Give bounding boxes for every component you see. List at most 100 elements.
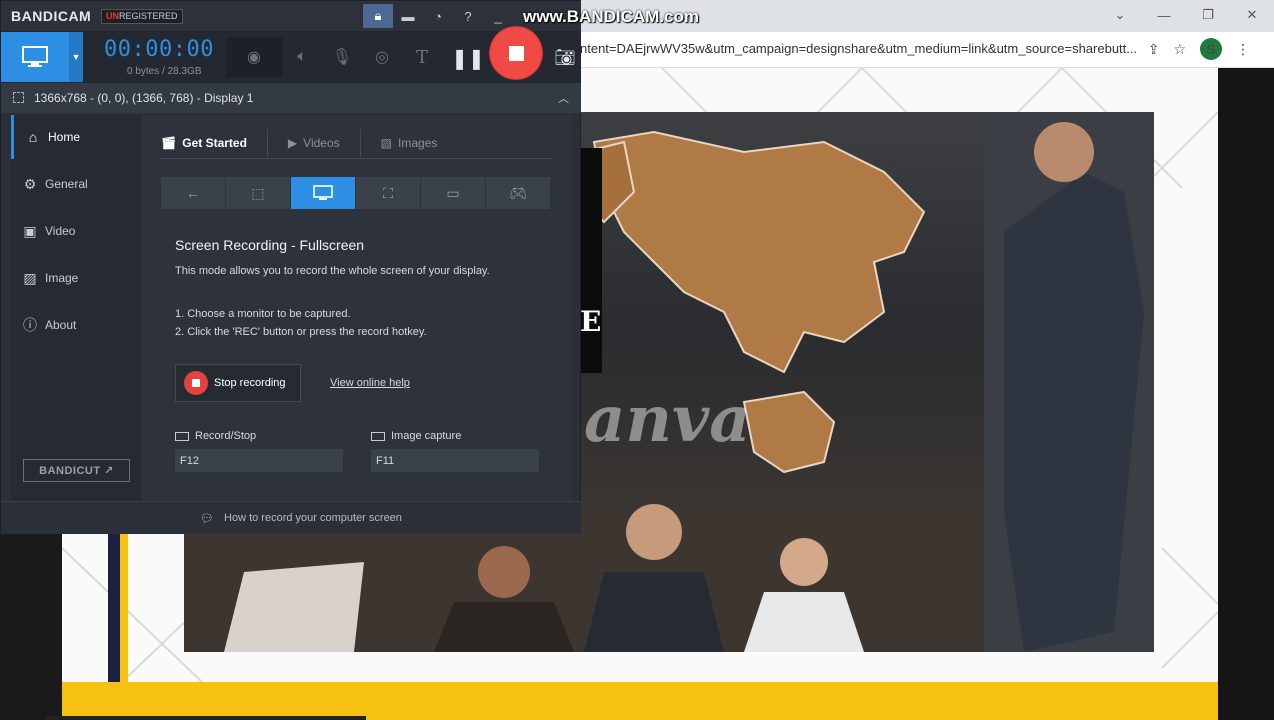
info-icon: ⓘ [23,317,37,333]
address-bar[interactable]: ntent=DAEjrwWV35w&utm_campaign=designsha… [580,41,1137,56]
mouse-cursor-icon[interactable]: ◎ [362,37,402,77]
screen-mode-button[interactable] [1,32,69,82]
record-hotkey-label: Record/Stop [175,430,256,442]
gamepad-icon[interactable]: 🎮︎ [486,177,550,209]
chat-icon: 💬︎ [200,512,215,525]
stop-recording-button[interactable]: Stop recording [175,364,301,402]
webcam-icon[interactable]: ◉ [226,37,282,77]
tab-label: Get Started [182,136,247,150]
around-mouse-icon[interactable]: ⛶ [356,177,420,209]
view-online-help-link[interactable]: View online help [330,377,410,389]
chevron-up-icon[interactable]: ︿ [558,90,569,106]
film-icon: ▶ [287,136,298,150]
record-hotkey-field[interactable]: F12 [175,449,343,472]
recording-timer: 00:00:00 [104,37,214,62]
sidebar-item-label: About [45,318,77,332]
badge-rest: REGISTERED [119,11,178,21]
text-overlay-icon[interactable]: T [402,37,442,77]
monitor-icon [313,185,333,200]
menu-icon[interactable]: ⋮ [1236,41,1250,58]
sidebar-item-label: Home [48,130,81,144]
mode-dropdown-button[interactable]: ▼ [69,32,83,82]
canva-watermark: anva [584,382,751,457]
select-area-icon[interactable]: ⬚ [226,177,290,209]
image-hotkey-label: Image capture [371,430,461,442]
sidebar-item-label: Video [45,224,76,238]
slide-bottom-strip [46,716,366,720]
close-button[interactable]: ✕ [1230,0,1274,30]
profile-avatar[interactable]: S [1200,38,1222,60]
stop-recording-label: Stop recording [214,377,286,389]
record-hotkey-text: Record/Stop [195,430,257,442]
home-icon: ⌂ [28,129,38,145]
file-size: 0 bytes / 28.3GB [127,66,202,77]
hdmi-device-icon[interactable]: ▭ [421,177,485,209]
sidebar-item-about[interactable]: ⓘ About [11,303,141,347]
lock-icon[interactable]: 🔒︎ [363,4,393,28]
maximize-button[interactable]: ❐ [1186,0,1230,30]
monitor-icon [22,46,48,67]
sidebar-item-image[interactable]: ▨ Image [11,256,141,300]
stop-icon [508,45,524,61]
microphone-icon[interactable]: 🎙︎ [322,37,362,77]
keyboard-icon [371,431,385,441]
sidebar-item-general[interactable]: ⚙ General [11,162,141,206]
slide-title-fragment: E [580,305,602,338]
stop-record-button[interactable] [490,27,542,79]
video-icon: ▣ [23,222,37,239]
tab-get-started[interactable]: 🎬︎ Get Started [161,129,268,157]
bandicam-titlebar: BANDICAM UNREGISTERED 🔒︎ ▬ ◔ ? _ [1,1,581,31]
bandicam-main-panel: 🎬︎ Get Started ▶ Videos ▧ Images ← ⬚ ⛶ ▭… [143,115,571,501]
clock-icon[interactable]: ◔ [423,4,453,28]
folder-icon[interactable]: ▬ [393,4,423,28]
bandicam-toolbar: ▼ 00:00:00 0 bytes / 28.3GB ◉ 🔈︎ 🎙︎ ◎ T … [1,27,581,83]
tab-label: Videos [303,136,340,150]
page-title: Screen Recording - Fullscreen [175,237,365,253]
region-info: 1366x768 - (0, 0), (1366, 768) - Display… [34,91,254,105]
tab-videos[interactable]: ▶ Videos [288,129,361,157]
sidebar-item-label: Image [45,271,79,285]
minimize-icon[interactable]: _ [483,4,513,28]
badge-prefix: UN [106,11,119,21]
pause-button[interactable]: ❚❚ [451,43,485,73]
region-select-icon[interactable] [13,92,24,103]
titlebar-icons: 🔒︎ ▬ ◔ ? _ [363,4,513,28]
star-icon[interactable]: ☆ [1173,41,1186,58]
slide-title-block [580,148,602,373]
image-icon: ▨ [23,269,37,286]
window-controls: ⌄ — ❐ ✕ [1098,0,1274,30]
gear-icon: ⚙ [23,175,37,192]
screenshot-button[interactable]: 📷︎ [551,43,579,73]
share-icon[interactable]: ⇪ [1148,41,1160,58]
keyboard-icon [175,431,189,441]
clapper-icon: 🎬︎ [161,136,177,150]
slide-accent-gold [120,530,128,682]
bandicam-sidebar: ⌂ Home ⚙ General ▣ Video ▨ Image ⓘ About… [11,115,141,501]
sidebar-item-video[interactable]: ▣ Video [11,209,141,253]
back-arrow-icon[interactable]: ← [161,177,225,209]
minimize-button[interactable]: — [1142,0,1186,30]
tab-images[interactable]: ▧ Images [381,129,458,157]
image-hotkey-field[interactable]: F11 [371,449,539,472]
mode-description: This mode allows you to record the whole… [175,265,490,277]
instruction-step-2: 2. Click the 'REC' button or press the r… [175,326,427,338]
sidebar-item-home[interactable]: ⌂ Home [11,115,141,159]
capture-mode-bar: ← ⬚ ⛶ ▭ 🎮︎ [161,177,550,209]
footer-tip-link[interactable]: How to record your computer screen [224,512,402,524]
slide-footer-bar [62,682,1218,720]
bandicut-button[interactable]: BANDICUT ↗ [23,459,130,482]
device-toggles: ◉ 🔈︎ 🎙︎ ◎ T [226,37,442,77]
unregistered-badge: UNREGISTERED [101,9,183,24]
tab-search-button[interactable]: ⌄ [1098,0,1142,30]
bandicam-watermark-url: www.BANDICAM.com [523,7,699,26]
fullscreen-mode-icon[interactable] [291,177,355,209]
image-hotkey-text: Image capture [391,430,462,442]
main-tabs: 🎬︎ Get Started ▶ Videos ▧ Images [161,129,553,159]
slide-accent-navy [108,530,120,682]
help-icon[interactable]: ? [453,4,483,28]
address-icons: ⇪ ☆ S ⋮ [1148,38,1250,60]
picture-icon: ▧ [380,136,392,150]
screen: ⌄ — ❐ ✕ ntent=DAEjrwWV35w&utm_campaign=d… [0,0,1274,720]
region-bar: 1366x768 - (0, 0), (1366, 768) - Display… [1,83,581,113]
speaker-icon[interactable]: 🔈︎ [282,37,322,77]
